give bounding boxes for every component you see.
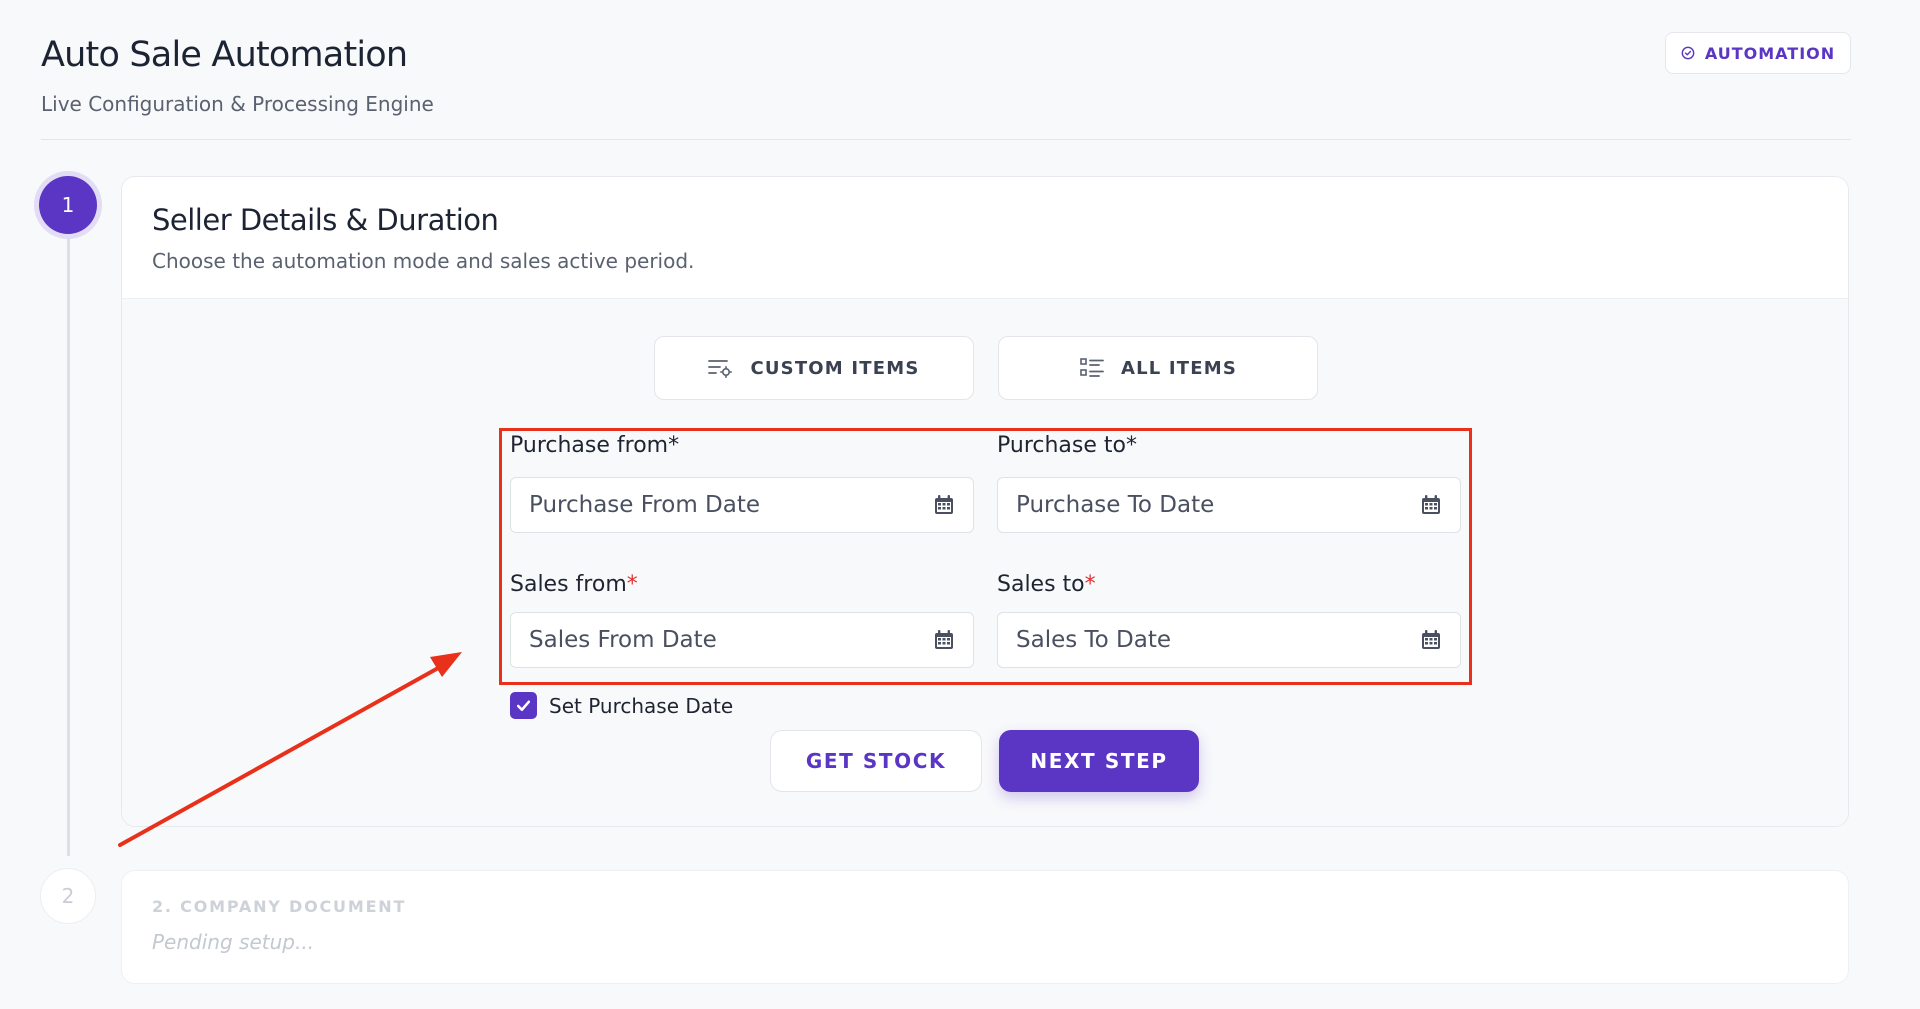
required-mark: * <box>1084 572 1096 597</box>
sales-to-label: Sales to* <box>997 572 1096 597</box>
stepper-line <box>67 232 70 856</box>
page-header: Auto Sale Automation Live Configuration … <box>41 30 1851 140</box>
checkmark-icon <box>516 700 531 712</box>
list-settings-icon <box>708 360 733 378</box>
sales-to-placeholder: Sales To Date <box>1016 627 1172 653</box>
calendar-icon <box>1422 630 1440 649</box>
step-1-title: Seller Details & Duration <box>152 203 499 237</box>
purchase-from-label: Purchase from* <box>510 433 680 458</box>
step-2-title: 2. COMPANY DOCUMENT <box>152 897 407 916</box>
purchase-from-input[interactable]: Purchase From Date <box>510 477 974 533</box>
step-2-indicator: 2 <box>40 868 96 924</box>
sales-from-input[interactable]: Sales From Date <box>510 612 974 668</box>
step-1-header: Seller Details & Duration Choose the aut… <box>122 177 1848 299</box>
purchase-to-label: Purchase to* <box>997 433 1137 458</box>
sales-from-placeholder: Sales From Date <box>529 627 717 653</box>
calendar-icon <box>1422 495 1440 514</box>
required-mark: * <box>1125 433 1137 458</box>
page-title: Auto Sale Automation <box>41 35 408 75</box>
list-icon <box>1080 358 1104 377</box>
step-2-status: Pending setup... <box>152 930 315 954</box>
get-stock-button[interactable]: GET STOCK <box>770 730 982 792</box>
sales-from-label: Sales from* <box>510 572 638 597</box>
header-divider <box>41 139 1851 140</box>
sales-to-input[interactable]: Sales To Date <box>997 612 1461 668</box>
custom-items-button[interactable]: CUSTOM ITEMS <box>654 336 974 400</box>
step-1-indicator: 1 <box>39 176 97 234</box>
all-items-label: ALL ITEMS <box>1120 357 1238 379</box>
custom-items-label: CUSTOM ITEMS <box>750 357 920 379</box>
page-subtitle: Live Configuration & Processing Engine <box>41 92 434 116</box>
check-circle-icon <box>1681 46 1695 60</box>
step-1-body: CUSTOM ITEMS ALL ITEMS <box>122 299 1848 826</box>
set-purchase-date-checkbox-row[interactable]: Set Purchase Date <box>510 692 733 719</box>
required-mark: * <box>668 433 680 458</box>
step-2-card: 2. COMPANY DOCUMENT Pending setup... <box>121 870 1849 984</box>
set-purchase-date-checkbox[interactable] <box>510 692 537 719</box>
calendar-icon <box>935 630 953 649</box>
automation-badge[interactable]: AUTOMATION <box>1665 32 1851 74</box>
step-1-description: Choose the automation mode and sales act… <box>152 249 695 273</box>
all-items-button[interactable]: ALL ITEMS <box>998 336 1318 400</box>
purchase-to-input[interactable]: Purchase To Date <box>997 477 1461 533</box>
required-mark: * <box>626 572 638 597</box>
automation-badge-label: AUTOMATION <box>1704 43 1836 63</box>
purchase-from-placeholder: Purchase From Date <box>529 492 761 518</box>
set-purchase-date-label: Set Purchase Date <box>549 693 734 718</box>
next-step-button[interactable]: NEXT STEP <box>999 730 1199 792</box>
purchase-to-placeholder: Purchase To Date <box>1016 492 1215 518</box>
step-1-card: Seller Details & Duration Choose the aut… <box>121 176 1849 827</box>
calendar-icon <box>935 495 953 514</box>
